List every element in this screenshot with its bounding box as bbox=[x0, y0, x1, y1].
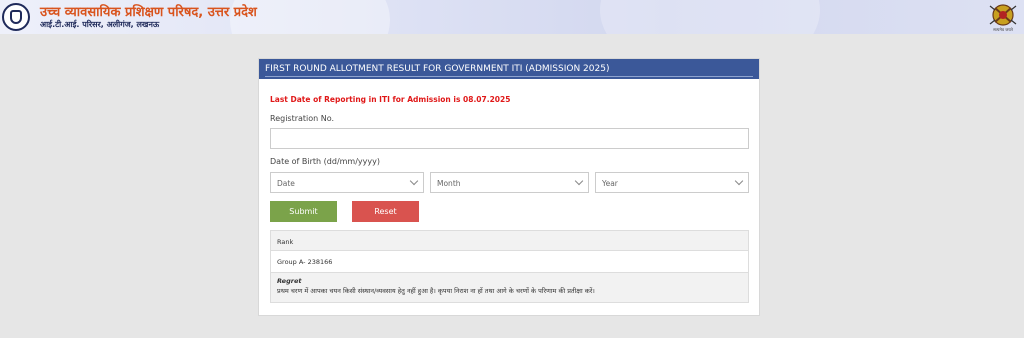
state-emblem-icon: सत्यमेव जयते bbox=[986, 2, 1020, 34]
org-subtitle: आई.टी.आई. परिसर, अलीगंज, लखनऊ bbox=[40, 20, 160, 29]
chevron-down-icon bbox=[734, 176, 744, 186]
year-select-value: Year bbox=[602, 179, 618, 188]
date-select-value: Date bbox=[277, 179, 295, 188]
site-header: उच्च व्यावसायिक प्रशिक्षण परिषद, उत्तर प… bbox=[0, 0, 1024, 34]
submit-button[interactable]: Submit bbox=[270, 201, 337, 222]
header-decoration bbox=[600, 0, 820, 34]
emblem-caption: सत्यमेव जयते bbox=[993, 27, 1013, 32]
card-title-text: FIRST ROUND ALLOTMENT RESULT FOR GOVERNM… bbox=[265, 64, 610, 74]
card-title: FIRST ROUND ALLOTMENT RESULT FOR GOVERNM… bbox=[259, 59, 759, 79]
month-select[interactable]: Month bbox=[430, 172, 589, 193]
council-logo-icon[interactable] bbox=[2, 3, 30, 31]
chevron-down-icon bbox=[574, 176, 584, 186]
result-card: FIRST ROUND ALLOTMENT RESULT FOR GOVERNM… bbox=[258, 58, 760, 316]
title-underline bbox=[265, 76, 753, 77]
reporting-notice: Last Date of Reporting in ITI for Admiss… bbox=[270, 95, 511, 104]
registration-label: Registration No. bbox=[270, 114, 335, 123]
regret-message: प्रथम चरण में आपका चयन किसी संस्थान/व्यव… bbox=[277, 287, 595, 295]
reset-button[interactable]: Reset bbox=[352, 201, 419, 222]
chevron-down-icon bbox=[409, 176, 419, 186]
org-title: उच्च व्यावसायिक प्रशिक्षण परिषद, उत्तर प… bbox=[40, 5, 257, 20]
result-row-group: Group A- 238166 bbox=[270, 251, 749, 273]
group-rank-value: Group A- 238166 bbox=[277, 258, 333, 266]
result-table: Rank Group A- 238166 Regret प्रथम चरण मे… bbox=[270, 230, 749, 303]
year-select[interactable]: Year bbox=[595, 172, 749, 193]
rank-label: Rank bbox=[277, 238, 294, 246]
result-row-rank: Rank bbox=[270, 230, 749, 251]
registration-input[interactable] bbox=[270, 128, 749, 149]
regret-title: Regret bbox=[277, 277, 302, 285]
month-select-value: Month bbox=[437, 179, 461, 188]
date-select[interactable]: Date bbox=[270, 172, 424, 193]
result-row-regret: Regret प्रथम चरण में आपका चयन किसी संस्थ… bbox=[270, 273, 749, 303]
dob-label: Date of Birth (dd/mm/yyyy) bbox=[270, 157, 380, 166]
